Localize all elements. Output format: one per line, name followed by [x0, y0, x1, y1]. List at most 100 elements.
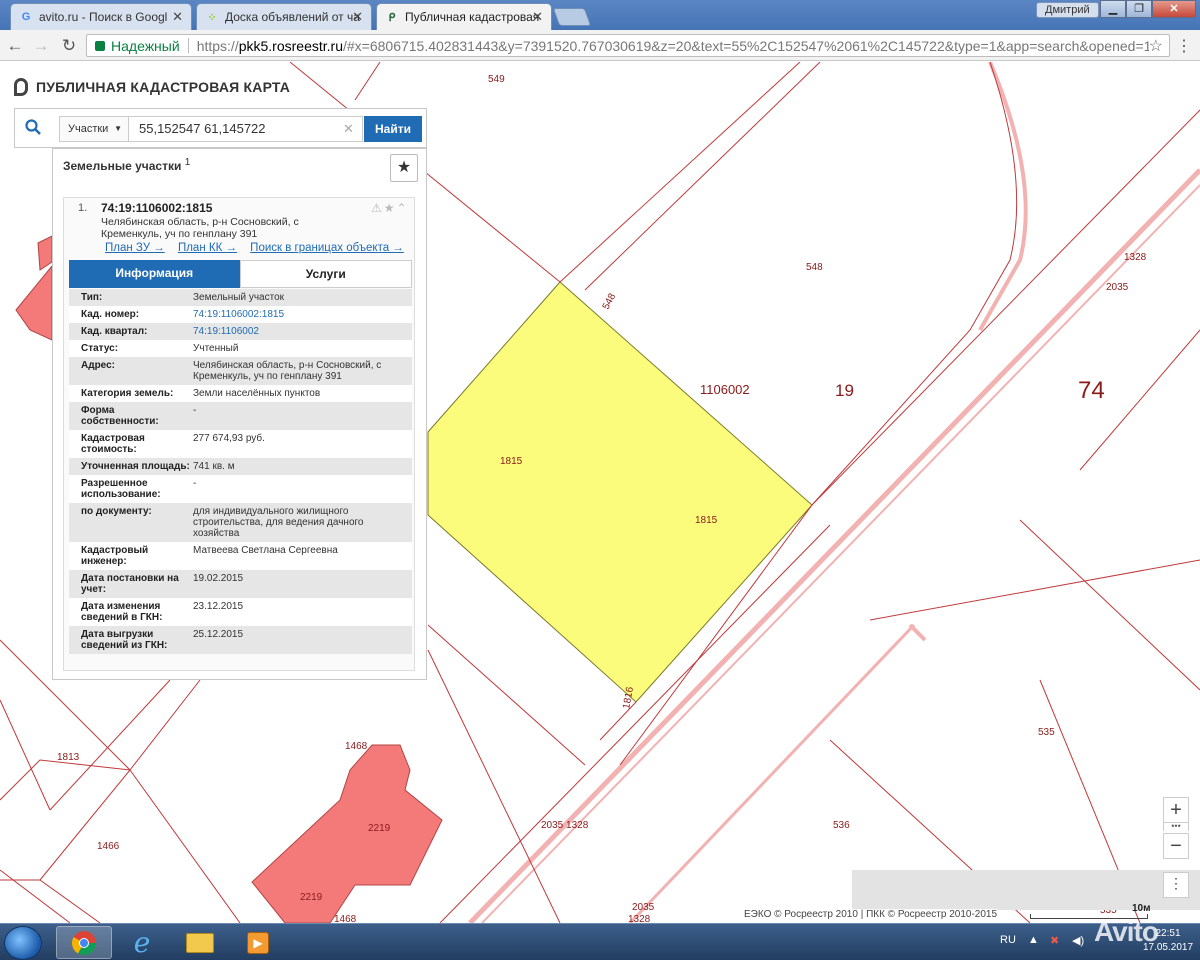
- ie-task-icon[interactable]: e: [114, 926, 170, 959]
- tab-services[interactable]: Услуги: [239, 260, 412, 288]
- close-icon[interactable]: ✕: [352, 9, 363, 25]
- chrome-icon: [71, 930, 96, 955]
- info-row: по документу: для индивидуального жилищно…: [69, 503, 412, 542]
- find-button[interactable]: Найти: [364, 116, 422, 142]
- info-value: Челябинская область, р-н Сосновский, с К…: [193, 360, 382, 382]
- lock-icon: [95, 40, 105, 51]
- clear-icon[interactable]: ✕: [343, 116, 354, 142]
- building-parcel[interactable]: [37, 235, 53, 271]
- info-value: 741 кв. м: [193, 461, 235, 472]
- info-value: Земельный участок: [193, 292, 285, 303]
- forward-icon[interactable]: →: [30, 35, 52, 57]
- info-value-link[interactable]: 74:19:1106002:1815: [193, 309, 393, 320]
- search-scope-dropdown[interactable]: Участки ▼: [59, 116, 129, 142]
- map-copyright: ЕЭКО © Росреестр 2010 | ПКК © Росреестр …: [744, 909, 998, 920]
- scale-label: 10м: [1132, 903, 1151, 914]
- chrome-task-icon[interactable]: [56, 926, 112, 959]
- building-parcel-2219[interactable]: [251, 744, 443, 923]
- tab-pkk[interactable]: ᑭ Публичная кадастровая ✕: [376, 3, 552, 30]
- tab-google-search[interactable]: G avito.ru - Поиск в Googl ✕: [10, 3, 192, 30]
- window-close-icon[interactable]: ✕: [1152, 0, 1196, 18]
- parcel-label: 1466: [97, 841, 120, 852]
- volume-icon[interactable]: ◀): [1072, 934, 1084, 947]
- media-task-icon[interactable]: ▶: [230, 926, 286, 959]
- info-key: по документу:: [81, 506, 152, 517]
- info-key: Статус:: [81, 343, 119, 354]
- parcel-label: 536: [833, 820, 850, 831]
- plan-zu-link[interactable]: План ЗУ →: [105, 242, 165, 254]
- network-icon[interactable]: ✖: [1050, 934, 1059, 947]
- more-options-button[interactable]: ⋮: [1163, 872, 1189, 898]
- info-value: 25.12.2015: [193, 629, 244, 640]
- card-actions[interactable]: ⚠★⌃: [371, 201, 409, 215]
- parcel-label: 2035: [632, 902, 655, 913]
- chrome-menu-icon[interactable]: ⋮: [1176, 36, 1192, 56]
- parcel-label: 535: [1038, 727, 1055, 738]
- parcel-label: 549: [488, 74, 505, 85]
- close-icon[interactable]: ✕: [532, 9, 543, 25]
- search-bar: Участки ▼ 55,152547 61,145722 ✕ Найти: [14, 108, 427, 148]
- region-label: 74: [1078, 377, 1105, 404]
- reload-icon[interactable]: ↻: [58, 35, 80, 57]
- result-links: План ЗУ → План КК → Поиск в границах объ…: [105, 242, 414, 254]
- tray-arrow-icon[interactable]: ▲: [1028, 934, 1039, 946]
- info-key: Дата постановки на учет:: [81, 573, 179, 595]
- minimize-icon[interactable]: ▁: [1100, 0, 1126, 18]
- quarter-label: 1106002: [700, 382, 750, 397]
- chevron-down-icon: ▼: [114, 124, 122, 133]
- result-tabs: Информация Услуги: [69, 260, 412, 288]
- info-key: Кадастровая стоимость:: [81, 433, 145, 455]
- zoom-out-button[interactable]: −: [1163, 833, 1189, 859]
- info-value: Земли населённых пунктов: [193, 388, 321, 399]
- info-key: Категория земель:: [81, 388, 174, 399]
- search-within-link[interactable]: Поиск в границах объекта →: [250, 242, 404, 254]
- bookmark-star-icon[interactable]: ☆: [1149, 36, 1163, 56]
- avito-watermark: Avito: [1094, 916, 1159, 947]
- profile-button[interactable]: Дмитрий: [1036, 2, 1099, 18]
- search-icon[interactable]: [25, 119, 41, 135]
- info-row: Статус: Учтенный: [69, 340, 412, 357]
- back-icon[interactable]: ←: [4, 35, 26, 57]
- info-key: Кадастровый инженер:: [81, 545, 149, 567]
- plan-kk-link[interactable]: План КК →: [178, 242, 237, 254]
- building-parcel[interactable]: [15, 264, 53, 341]
- divider: [187, 38, 189, 53]
- maximize-icon[interactable]: ❐: [1126, 0, 1152, 18]
- zoom-in-button[interactable]: +: [1163, 797, 1189, 823]
- info-value: для индивидуального жилищного строительс…: [193, 506, 364, 539]
- parcel-label: 1813: [57, 752, 80, 763]
- explorer-task-icon[interactable]: [172, 926, 228, 959]
- parcel-label: 1468: [345, 741, 368, 752]
- info-value-link[interactable]: 74:19:1106002: [193, 326, 393, 337]
- browser-tabstrip: G avito.ru - Поиск в Googl ✕ ⁘ Доска объ…: [0, 0, 1200, 30]
- search-input[interactable]: 55,152547 61,145722: [129, 116, 363, 142]
- info-row: Дата постановки на учет: 19.02.2015: [69, 570, 412, 598]
- selected-parcel[interactable]: [427, 281, 813, 703]
- tab-information[interactable]: Информация: [69, 260, 240, 288]
- address-bar[interactable]: Надежный https://pkk5.rosreestr.ru/#x=68…: [86, 34, 1170, 57]
- pkk-icon: ᑭ: [388, 11, 396, 24]
- result-card: 1. 74:19:1106002:1815 Челябинская област…: [63, 197, 415, 671]
- parcel-label: 2219: [300, 892, 323, 903]
- info-row: Кад. номер: 74:19:1106002:1815: [69, 306, 412, 323]
- star-icon: ★: [383, 201, 397, 215]
- parcel-label: 2035 1328: [541, 820, 589, 831]
- tab-avito[interactable]: ⁘ Доска объявлений от ча ✕: [196, 3, 372, 30]
- info-value: Матвеева Светлана Сергеевна: [193, 545, 338, 556]
- close-icon[interactable]: ✕: [172, 9, 183, 25]
- secure-label: Надежный: [111, 37, 180, 54]
- favorites-star-icon[interactable]: ★: [390, 154, 418, 182]
- tab-title: Публичная кадастровая: [405, 10, 540, 24]
- zoom-slider[interactable]: •••: [1163, 822, 1189, 831]
- info-row: Тип: Земельный участок: [69, 289, 412, 306]
- parcel-label: 548: [601, 291, 619, 311]
- start-button[interactable]: [4, 926, 42, 960]
- info-key: Тип:: [81, 292, 103, 303]
- result-cad-number[interactable]: 74:19:1106002:1815: [101, 201, 212, 215]
- district-label: 19: [835, 381, 854, 400]
- parcel-label: 2035: [1106, 282, 1129, 293]
- new-tab-button[interactable]: [552, 8, 592, 26]
- info-row: Кадастровая стоимость: 277 674,93 руб.: [69, 430, 412, 458]
- language-indicator[interactable]: RU: [1000, 934, 1016, 946]
- info-row: Кадастровый инженер: Матвеева Светлана Се…: [69, 542, 412, 570]
